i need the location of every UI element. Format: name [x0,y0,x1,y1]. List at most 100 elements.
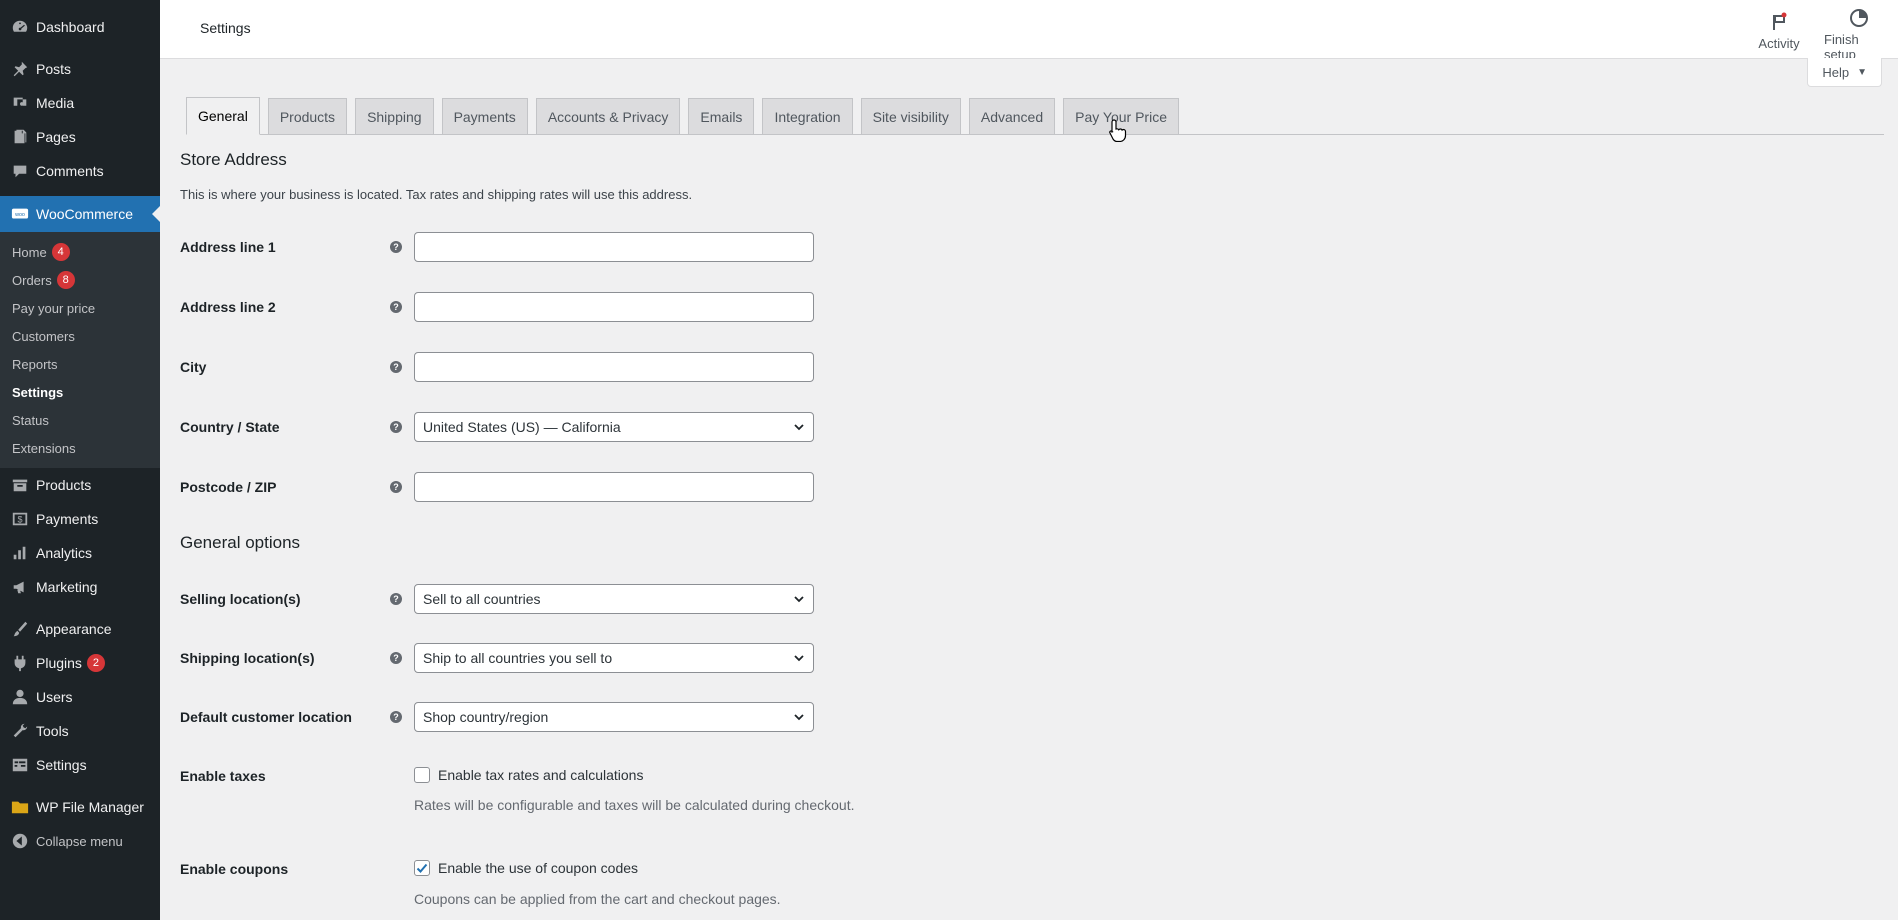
help-button[interactable]: Help ▼ [1807,58,1882,87]
tab-site-visibility[interactable]: Site visibility [860,98,961,134]
submenu-reports[interactable]: Reports [0,350,160,378]
menu-label: Dashboard [36,19,105,35]
chevron-down-icon [794,596,804,603]
pin-icon [10,59,30,79]
menu-wp-file-manager[interactable]: WP File Manager [0,790,160,824]
submenu-status[interactable]: Status [0,406,160,434]
help-tip-icon[interactable]: ? [390,652,402,664]
tab-integration[interactable]: Integration [762,98,853,134]
row-address-line-1: Address line 1 ? [180,232,1080,262]
address-line-2-input[interactable] [414,292,814,322]
help-tip-icon[interactable]: ? [390,593,402,605]
coupons-help-text: Coupons can be applied from the cart and… [414,891,781,907]
page-header: Settings Activity Finish setup [160,0,1898,62]
menu-products[interactable]: Products [0,468,160,502]
tab-products[interactable]: Products [267,98,348,134]
menu-label: Tools [36,723,69,739]
media-icon [10,93,30,113]
woocommerce-submenu: Home 4 Orders 8 Pay your price Customers R… [0,232,160,468]
menu-label: Marketing [36,579,98,595]
help-tip-icon[interactable]: ? [390,481,402,493]
megaphone-icon [10,577,30,597]
menu-media[interactable]: Media [0,86,160,120]
field-label: Shipping location(s) [180,650,315,666]
tab-accounts-privacy[interactable]: Accounts & Privacy [535,98,681,134]
address-line-1-input[interactable] [414,232,814,262]
field-label: Selling location(s) [180,591,301,607]
tab-emails[interactable]: Emails [688,98,755,134]
selling-locations-select[interactable]: Sell to all countries [414,584,814,614]
menu-tools[interactable]: Tools [0,714,160,748]
section-title-store-address: Store Address [180,150,287,169]
menu-appearance[interactable]: Appearance [0,612,160,646]
row-postcode: Postcode / ZIP ? [180,472,1080,502]
menu-label: Posts [36,61,72,77]
field-label: Enable taxes [180,768,266,784]
menu-woocommerce[interactable]: woo WooCommerce [0,196,160,232]
enable-coupons-checkbox-label[interactable]: Enable the use of coupon codes [414,860,638,876]
enable-taxes-checkbox-label[interactable]: Enable tax rates and calculations [414,767,643,783]
finish-setup-button[interactable]: Finish setup [1824,8,1894,62]
default-customer-location-select[interactable]: Shop country/region [414,702,814,732]
flag-icon [1769,8,1789,32]
menu-marketing[interactable]: Marketing [0,570,160,604]
menu-label: Comments [36,163,104,179]
help-tip-icon[interactable]: ? [390,301,402,313]
notification-badge: 4 [51,243,70,261]
menu-label: Payments [36,511,99,527]
menu-plugins[interactable]: Plugins 2 [0,646,160,680]
submenu-pay-your-price[interactable]: Pay your price [0,294,160,322]
enable-coupons-checkbox[interactable] [414,860,430,876]
row-enable-coupons: Enable coupons Enable the use of coupon … [180,854,1080,884]
submenu-settings[interactable]: Settings [0,378,160,406]
menu-posts[interactable]: Posts [0,52,160,86]
tab-shipping[interactable]: Shipping [355,98,434,134]
city-input[interactable] [414,352,814,382]
field-label: Address line 1 [180,239,276,255]
brush-icon [10,619,30,639]
activity-button[interactable]: Activity [1744,8,1814,54]
page-title: Settings [200,20,251,36]
row-city: City ? [180,352,1080,382]
notification-badge: 2 [86,654,105,672]
menu-analytics[interactable]: Analytics [0,536,160,570]
help-tip-icon[interactable]: ? [390,711,402,723]
help-tip-icon[interactable]: ? [390,241,402,253]
enable-taxes-checkbox[interactable] [414,767,430,783]
progress-circle-icon [1849,8,1869,28]
chevron-down-icon [794,655,804,662]
user-icon [10,687,30,707]
row-enable-taxes: Enable taxes Enable tax rates and calcul… [180,761,1080,791]
field-label: Default customer location [180,709,352,725]
field-label: Postcode / ZIP [180,479,277,495]
menu-pages[interactable]: Pages [0,120,160,154]
postcode-input[interactable] [414,472,814,502]
menu-dashboard[interactable]: Dashboard [0,10,160,44]
tab-general[interactable]: General [186,97,260,135]
help-tip-icon[interactable]: ? [390,361,402,373]
help-tip-icon[interactable]: ? [390,421,402,433]
submenu-home[interactable]: Home 4 [0,238,160,266]
shipping-locations-select[interactable]: Ship to all countries you sell to [414,643,814,673]
menu-label: Appearance [36,621,112,637]
tab-payments[interactable]: Payments [441,98,528,134]
menu-users[interactable]: Users [0,680,160,714]
archive-icon [10,475,30,495]
menu-settings[interactable]: Settings [0,748,160,782]
menu-comments[interactable]: Comments [0,154,160,188]
row-country-state: Country / State ? United States (US) — C… [180,412,1080,442]
page-icon [10,127,30,147]
row-address-line-2: Address line 2 ? [180,292,1080,322]
menu-payments[interactable]: $ Payments [0,502,160,536]
submenu-extensions[interactable]: Extensions [0,434,160,462]
folder-icon [10,797,30,817]
woocommerce-icon: woo [10,204,30,224]
collapse-menu-button[interactable]: Collapse menu [0,824,160,858]
country-state-select[interactable]: United States (US) — California [414,412,814,442]
menu-label: Plugins [36,655,82,671]
submenu-customers[interactable]: Customers [0,322,160,350]
tab-advanced[interactable]: Advanced [968,98,1056,134]
activity-label: Activity [1758,36,1800,51]
submenu-orders[interactable]: Orders 8 [0,266,160,294]
chevron-down-icon [794,424,804,431]
